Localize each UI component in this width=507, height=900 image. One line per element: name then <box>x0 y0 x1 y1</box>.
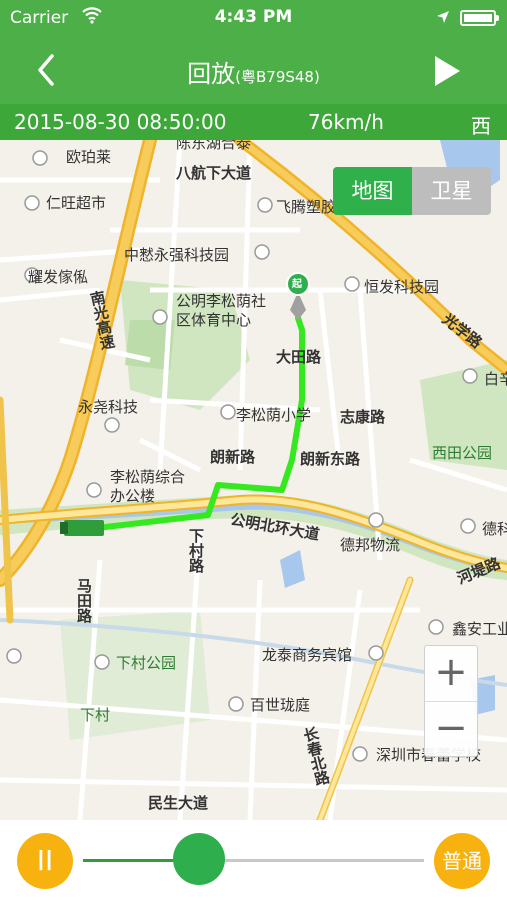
map-view[interactable]: 欧珀莱 仁旺超市 耀发傢俬 南光高速 永尧科技 陈东湖合泰 八航下大道 飞腾塑胶… <box>0 140 507 820</box>
direction-label: 西 <box>471 114 491 138</box>
playback-controls: II 普通 <box>0 820 507 900</box>
map-label: 下村路 <box>187 528 205 573</box>
zoom-out-button[interactable]: − <box>425 702 477 757</box>
map-label: 龙泰商务宾馆 <box>262 646 353 664</box>
battery-icon <box>460 10 499 26</box>
map-label: 欧珀莱 <box>66 148 112 166</box>
status-time: 4:43 PM <box>214 7 293 27</box>
map-label: 陈东湖合泰 <box>176 140 252 152</box>
map-label: 德邦物流 <box>340 536 401 554</box>
status-bar: Carrier 4:43 PM <box>0 0 507 36</box>
map-label: 中慭永强科技园 <box>124 246 230 264</box>
zoom-control: + − <box>424 645 478 757</box>
map-label: 西田公园 <box>432 444 493 462</box>
info-bar: 2015-08-30 08:50:00 76km/h 西 <box>0 104 507 140</box>
map-label: 八航下大道 <box>176 164 252 182</box>
map-label: 耀发傢俬 <box>28 268 89 286</box>
map-label: 下村 <box>80 706 111 724</box>
datetime-label: 2015-08-30 08:50:00 <box>14 110 227 134</box>
nav-bar: 回放(粤B79S48) <box>0 36 507 104</box>
playback-speed-button[interactable]: 普通 <box>434 833 490 889</box>
map-label: 公明李松荫社区体育中心 <box>176 292 267 329</box>
map-label: 大田路 <box>276 348 322 366</box>
map-label: 马田路 <box>75 578 93 623</box>
plate-number: (粤B79S48) <box>235 68 320 86</box>
map-label: 朗新东路 <box>300 450 361 468</box>
map-label: 志康路 <box>340 408 386 426</box>
map-label: 仁旺超市 <box>46 194 107 212</box>
play-icon[interactable] <box>432 54 462 88</box>
map-label: 白辛 <box>484 370 507 388</box>
map-label: 朗新路 <box>210 448 256 466</box>
map-label: 德科 <box>482 520 507 538</box>
water-area <box>280 550 305 588</box>
map-label: 鑫安工业 <box>452 620 507 638</box>
title-text: 回放 <box>187 60 236 88</box>
location-arrow-icon <box>437 11 449 23</box>
map-label: 飞腾塑胶 <box>276 198 337 216</box>
page-title: 回放(粤B79S48) <box>0 54 507 89</box>
start-marker-label: 起 <box>292 279 302 290</box>
map-type-toggle: 地图 卫星 <box>333 167 491 215</box>
map-type-standard-button[interactable]: 地图 <box>333 167 412 215</box>
map-label: 李松荫小学 <box>236 406 312 424</box>
zoom-in-button[interactable]: + <box>425 646 477 702</box>
map-label: 百世珑庭 <box>250 696 311 714</box>
map-label: 李松荫综合办公楼 <box>110 468 186 505</box>
map-type-satellite-button[interactable]: 卫星 <box>412 167 491 215</box>
speed-label: 76km/h <box>308 110 384 134</box>
map-label: 恒发科技园 <box>364 278 440 296</box>
pause-button[interactable]: II <box>17 833 73 889</box>
vehicle-icon <box>60 520 104 536</box>
progress-slider-knob[interactable] <box>172 833 225 885</box>
map-label: 下村公园 <box>116 654 177 672</box>
map-label: 永尧科技 <box>78 398 139 416</box>
map-label: 民生大道 <box>148 794 209 812</box>
progress-track-remaining[interactable] <box>198 859 424 862</box>
